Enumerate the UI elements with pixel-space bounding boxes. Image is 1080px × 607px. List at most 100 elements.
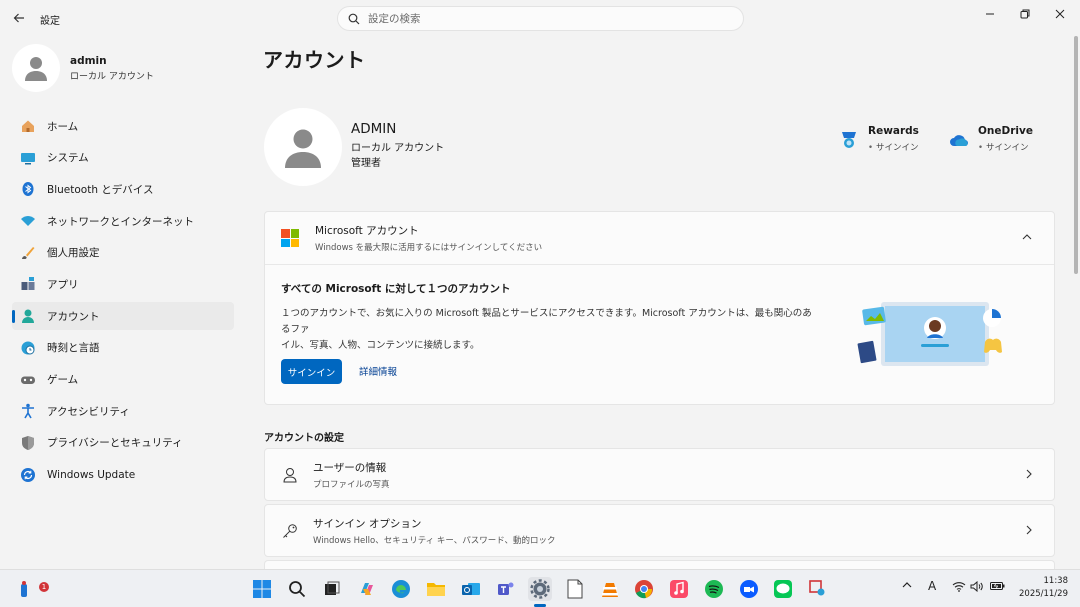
file-explorer-button[interactable] [424,577,448,601]
brush-icon [20,245,36,261]
sidebar-item-bluetooth[interactable]: Bluetooth とデバイス [12,175,234,203]
row-subtitle: Windows Hello、セキュリティ キー、パスワード、動的ロック [313,535,556,546]
service-status: サインイン [876,143,919,153]
sidebar-item-home[interactable]: ホーム [12,112,234,140]
close-icon [1055,9,1065,19]
user-info-row[interactable]: ユーザーの情報 プロファイルの写真 [264,448,1055,501]
sidebar-item-network[interactable]: ネットワークとインターネット [12,207,234,235]
tray-chevron-up-icon[interactable] [902,581,912,592]
system-clock[interactable]: 11:38 2025/11/29 [1019,575,1068,601]
microsoft-account-subtitle: Windows を最大限に活用するにはサインインしてください [315,243,543,253]
service-name: Rewards [868,125,919,137]
onedrive-icon [948,129,970,151]
folder-icon [427,583,445,596]
row-title: ユーザーの情報 [313,461,387,474]
close-button[interactable] [1042,0,1078,28]
user-avatar-icon [25,57,47,81]
sidebar-item-label: Bluetooth とデバイス [47,183,154,196]
globe-clock-icon [20,340,36,356]
arrow-left-icon [13,13,24,23]
partial-settings-row [264,560,1055,569]
task-view-icon [325,581,340,595]
shield-icon [20,435,36,451]
rewards-service[interactable]: Rewards • サインイン [838,125,919,153]
outlook-button[interactable] [459,577,483,601]
chevron-right-icon [1026,524,1032,538]
sidebar-item-time-language[interactable]: 時刻と言語 [12,334,234,362]
search-input[interactable] [368,12,708,25]
teams-icon [498,582,514,595]
sidebar-item-windows-update[interactable]: Windows Update [12,461,234,489]
sidebar-item-label: 個人用設定 [47,247,100,260]
sign-in-button[interactable]: サインイン [281,359,342,384]
windows-logo-icon [253,580,271,598]
chrome-icon [635,580,653,599]
settings-button[interactable] [528,577,552,601]
copilot-button[interactable] [355,577,379,601]
vlc-button[interactable] [598,577,622,601]
widgets-button[interactable]: 1 [12,577,49,601]
zoom-button[interactable] [737,577,761,601]
notepad-icon [567,579,583,599]
account-avatar [264,108,342,186]
title-bar: 設定 [0,0,1080,36]
wifi-status-icon[interactable] [952,581,966,595]
music-icon [670,580,688,598]
sidebar-profile[interactable]: admin ローカル アカウント [12,44,154,92]
sidebar-item-label: アクセシビリティ [47,405,130,418]
chevron-up-icon[interactable] [1022,230,1032,243]
minimize-icon [986,13,994,15]
avatar [12,44,60,92]
app-title: 設定 [40,16,60,27]
sidebar-item-accounts[interactable]: アカウント [12,302,234,331]
microsoft-logo-icon [281,229,299,247]
sidebar-item-personalization[interactable]: 個人用設定 [12,239,234,267]
scrollbar[interactable] [1074,36,1078,274]
sidebar-item-privacy[interactable]: プライバシーとセキュリティ [12,429,234,457]
maximize-button[interactable] [1007,0,1043,28]
sidebar-item-apps[interactable]: アプリ [12,270,234,298]
edge-button[interactable] [389,577,413,601]
row-subtitle: プロファイルの写真 [313,479,390,490]
minimize-button[interactable] [972,0,1008,28]
sign-in-options-row[interactable]: サインイン オプション Windows Hello、セキュリティ キー、パスワー… [264,504,1055,557]
onedrive-service[interactable]: OneDrive • サインイン [948,125,1033,153]
search-button[interactable] [285,577,309,601]
bluetooth-icon [20,181,36,197]
learn-more-link[interactable]: 詳細情報 [359,364,397,378]
section-title: アカウントの設定 [264,433,344,444]
sidebar-item-system[interactable]: システム [12,144,234,172]
battery-icon[interactable] [990,581,1006,594]
back-button[interactable] [10,9,28,27]
microsoft-account-card: Microsoft アカウント Windows を最大限に活用するにはサインイン… [264,211,1055,405]
teams-button[interactable] [494,577,518,601]
account-name: ADMIN [351,121,397,137]
description-line: １つのアカウントで、お気に入りの Microsoft 製品とサービスにアクセスで… [281,308,812,335]
service-status: サインイン [986,143,1029,153]
music-button[interactable] [667,577,691,601]
user-avatar-icon [285,129,321,168]
microsoft-account-header[interactable]: Microsoft アカウント Windows を最大限に活用するにはサインイン… [265,212,1054,265]
snipping-tool-button[interactable] [806,577,830,601]
chrome-button[interactable] [632,577,656,601]
restore-icon [1020,9,1030,19]
spotify-button[interactable] [702,577,726,601]
outlook-icon [462,583,480,595]
start-button[interactable] [250,577,274,601]
notepad-button[interactable] [563,577,587,601]
line-button[interactable] [771,577,795,601]
ime-indicator[interactable]: A [928,579,936,593]
search-box[interactable] [337,6,744,31]
account-icon [20,308,36,324]
sidebar-item-accessibility[interactable]: アクセシビリティ [12,397,234,425]
description-line: イル、写真、人物、コンテンツに接続します。 [281,340,480,351]
sidebar-item-gaming[interactable]: ゲーム [12,366,234,394]
sidebar-item-label: プライバシーとセキュリティ [47,437,183,450]
update-icon [20,467,36,483]
home-icon [20,118,36,134]
sidebar-item-label: Windows Update [47,468,136,481]
notification-badge: 1 [39,582,49,592]
volume-icon[interactable] [970,580,984,595]
service-name: OneDrive [978,125,1033,137]
task-view-button[interactable] [320,577,344,601]
